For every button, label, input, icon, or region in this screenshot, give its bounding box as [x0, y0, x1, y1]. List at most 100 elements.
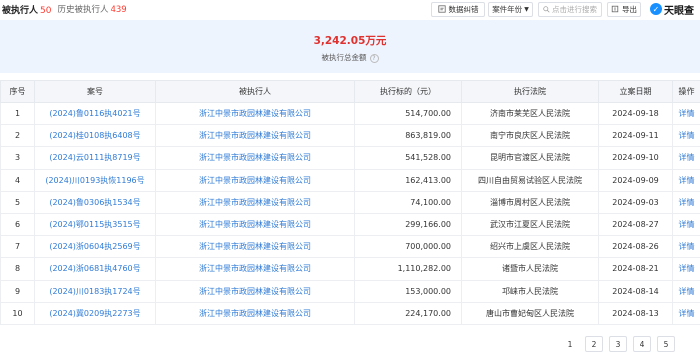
page-button-1[interactable]: 1 [561, 336, 579, 352]
case-number-link[interactable]: (2024)浙0604执2569号 [34, 235, 156, 259]
debtor-link[interactable]: 浙江中景市政园林建设有限公司 [155, 168, 355, 192]
detail-link[interactable]: 详情 [672, 235, 700, 259]
data-error-label: 数据纠错 [448, 4, 479, 14]
case-number-link[interactable]: (2024)冀0209执2273号 [34, 301, 156, 325]
row-number: 10 [0, 301, 35, 325]
total-amount: 3,242.05万元 [313, 35, 387, 47]
court-name: 唐山市曹妃甸区人民法院 [461, 301, 599, 325]
execution-amount: 863,819.00 [354, 124, 462, 148]
export-button[interactable]: 导出 [607, 1, 641, 17]
search-icon [543, 5, 550, 13]
court-name: 武汉市江夏区人民法院 [461, 212, 599, 237]
pagination: 12345 [0, 336, 700, 352]
search-input[interactable]: 点击进行搜索 [538, 1, 602, 17]
filing-date: 2024-09-10 [598, 146, 673, 170]
row-number: 4 [0, 168, 35, 192]
debtor-link[interactable]: 浙江中景市政园林建设有限公司 [155, 146, 355, 170]
debtor-link[interactable]: 浙江中景市政园林建设有限公司 [155, 124, 355, 148]
court-name: 诸暨市人民法院 [461, 257, 599, 281]
filing-date: 2024-09-09 [598, 168, 673, 192]
debtor-link[interactable]: 浙江中景市政园林建设有限公司 [155, 212, 355, 237]
table-header-row: 序号 案号 被执行人 执行标的（元） 执行法院 立案日期 操作 [0, 80, 700, 103]
execution-amount: 514,700.00 [354, 101, 462, 126]
detail-link[interactable]: 详情 [672, 124, 700, 148]
search-placeholder: 点击进行搜索 [552, 4, 597, 14]
row-number: 8 [0, 257, 35, 281]
case-number-link[interactable]: (2024)浙0681执4760号 [34, 257, 156, 281]
debtor-link[interactable]: 浙江中景市政园林建设有限公司 [155, 301, 355, 325]
chevron-down-icon: ▼ [524, 5, 529, 13]
page-button-3[interactable]: 3 [609, 336, 627, 352]
row-number: 7 [0, 235, 35, 259]
detail-link[interactable]: 详情 [672, 257, 700, 281]
detail-link[interactable]: 详情 [672, 168, 700, 192]
debtor-link[interactable]: 浙江中景市政园林建设有限公司 [155, 190, 355, 214]
row-number: 6 [0, 212, 35, 237]
column-header-case-number: 案号 [34, 80, 156, 103]
logo-mark-icon: ✓ [650, 3, 662, 15]
court-name: 济南市莱芜区人民法院 [461, 101, 599, 126]
court-name: 四川自由贸易试验区人民法院 [461, 168, 599, 192]
tab-judgment-debtor[interactable]: 被执行人 50 [2, 3, 51, 16]
tab-history-debtor-count: 439 [110, 5, 127, 15]
debtor-link[interactable]: 浙江中景市政园林建设有限公司 [155, 279, 355, 303]
filing-date: 2024-09-18 [598, 101, 673, 126]
tab-history-debtor[interactable]: 历史被执行人 439 [57, 3, 126, 15]
export-label: 导出 [622, 4, 637, 14]
debtor-link[interactable]: 浙江中景市政园林建设有限公司 [155, 101, 355, 126]
filing-date: 2024-08-21 [598, 257, 673, 281]
execution-amount: 153,000.00 [354, 279, 462, 303]
filing-date: 2024-08-13 [598, 301, 673, 325]
case-number-link[interactable]: (2024)桂0108执6408号 [34, 124, 156, 148]
case-number-link[interactable]: (2024)川0193执恢1196号 [34, 168, 156, 192]
court-name: 南宁市良庆区人民法院 [461, 124, 599, 148]
case-number-link[interactable]: (2024)鄂0115执3515号 [34, 212, 156, 237]
row-number: 9 [0, 279, 35, 303]
debtor-link[interactable]: 浙江中景市政园林建设有限公司 [155, 235, 355, 259]
column-header-court: 执行法院 [461, 80, 599, 103]
tianyancha-logo: ✓ 天眼查 [650, 0, 700, 18]
table-row: 4 (2024)川0193执恢1196号 浙江中景市政园林建设有限公司 162,413… [0, 168, 700, 192]
court-name: 昆明市官渡区人民法院 [461, 146, 599, 170]
detail-link[interactable]: 详情 [672, 190, 700, 214]
data-error-button[interactable]: 数据纠错 [431, 1, 485, 17]
filing-date: 2024-09-11 [598, 124, 673, 148]
page-button-2[interactable]: 2 [585, 336, 603, 352]
execution-amount: 700,000.00 [354, 235, 462, 259]
tab-history-debtor-label: 历史被执行人 [57, 5, 109, 15]
summary-panel: 3,242.05万元 被执行总金额? [0, 20, 700, 73]
case-year-dropdown[interactable]: 案件年份 ▼ [488, 1, 533, 17]
table-row: 7 (2024)浙0604执2569号 浙江中景市政园林建设有限公司 700,000.… [0, 235, 700, 259]
logo-text: 天眼查 [664, 5, 694, 17]
detail-link[interactable]: 详情 [672, 279, 700, 303]
case-number-link[interactable]: (2024)云0111执8719号 [34, 146, 156, 170]
court-name: 淄博市周村区人民法院 [461, 190, 599, 214]
execution-table: 序号 案号 被执行人 执行标的（元） 执行法院 立案日期 操作 1 (2024)鲁0116执4… [0, 80, 700, 325]
execution-amount: 541,528.00 [354, 146, 462, 170]
case-number-link[interactable]: (2024)川0183执1724号 [34, 279, 156, 303]
filing-date: 2024-08-27 [598, 212, 673, 237]
page-button-5[interactable]: 5 [657, 336, 675, 352]
filing-date: 2024-08-26 [598, 235, 673, 259]
column-header-filing-date: 立案日期 [598, 80, 673, 103]
edit-icon [437, 5, 446, 13]
detail-link[interactable]: 详情 [672, 301, 700, 325]
tab-judgment-debtor-label: 被执行人 [2, 5, 39, 16]
execution-amount: 74,100.00 [354, 190, 462, 214]
help-icon[interactable]: ? [369, 53, 379, 63]
top-bar: 被执行人 50 历史被执行人 439 数据纠错 案件年份 ▼ 点击进行搜索 导出 ✓… [0, 0, 700, 18]
detail-link[interactable]: 详情 [672, 101, 700, 126]
detail-link[interactable]: 详情 [672, 146, 700, 170]
debtor-link[interactable]: 浙江中景市政园林建设有限公司 [155, 257, 355, 281]
table-row: 9 (2024)川0183执1724号 浙江中景市政园林建设有限公司 153,000.… [0, 279, 700, 303]
detail-link[interactable]: 详情 [672, 212, 700, 237]
case-year-label: 案件年份 [492, 4, 523, 14]
row-number: 3 [0, 146, 35, 170]
case-number-link[interactable]: (2024)鲁0116执4021号 [34, 101, 156, 126]
case-number-link[interactable]: (2024)鲁0306执1534号 [34, 190, 156, 214]
column-header-no: 序号 [0, 80, 35, 103]
table-row: 2 (2024)桂0108执6408号 浙江中景市政园林建设有限公司 863,819.… [0, 124, 700, 148]
execution-amount: 299,166.00 [354, 212, 462, 237]
page-button-4[interactable]: 4 [633, 336, 651, 352]
table-body: 1 (2024)鲁0116执4021号 浙江中景市政园林建设有限公司 514,700.… [0, 101, 700, 325]
